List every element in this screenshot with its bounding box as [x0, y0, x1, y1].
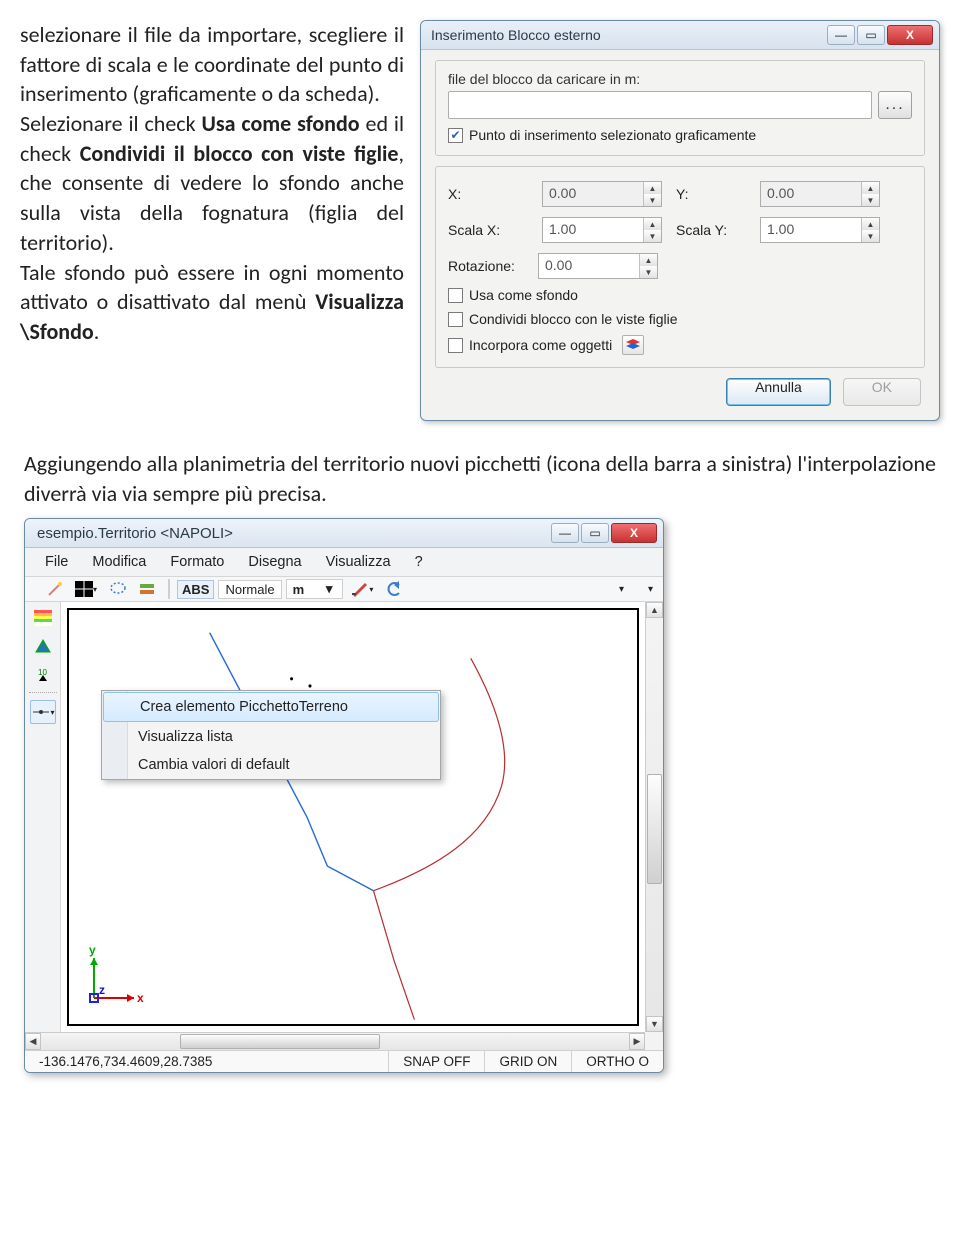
para-1c3: .: [94, 318, 100, 345]
menu-modifica[interactable]: Modifica: [82, 552, 156, 572]
window-title: esempio.Territorio <NAPOLI>: [37, 525, 551, 542]
horizontal-scrollbar[interactable]: ◀▶: [25, 1032, 645, 1050]
file-path-input[interactable]: [448, 91, 872, 119]
checkbox-usa-sfondo[interactable]: [448, 288, 463, 303]
menu-disegna[interactable]: Disegna: [238, 552, 311, 572]
checkbox-incorpora[interactable]: [448, 338, 463, 353]
instruction-text: selezionare il file da importare, scegli…: [20, 20, 404, 421]
close-button[interactable]: X: [887, 25, 933, 45]
file-label: file del blocco da caricare in m:: [448, 71, 912, 87]
mode-select[interactable]: Normale: [218, 580, 281, 599]
label-y: Y:: [676, 186, 746, 202]
checkbox-incorpora-label: Incorpora come oggetti: [469, 337, 612, 353]
checkbox-grafico[interactable]: ✔: [448, 128, 463, 143]
svg-text:x: x: [137, 991, 144, 1005]
checkbox-grafico-label: Punto di inserimento selezionato grafica…: [469, 127, 756, 143]
input-scala-x[interactable]: 1.00▲▼: [542, 217, 662, 243]
input-x[interactable]: 0.00▲▼: [542, 181, 662, 207]
status-grid[interactable]: GRID ON: [485, 1051, 572, 1072]
toolbar: ▾ ABS Normale m ▾ ▾ ▾ ▾: [25, 577, 663, 602]
menu-crea-picchetto[interactable]: Crea elemento PicchettoTerreno: [103, 692, 439, 722]
layers-icon[interactable]: [622, 335, 644, 355]
menu-help[interactable]: ?: [405, 552, 433, 572]
context-menu: Crea elemento PicchettoTerreno Visualizz…: [101, 690, 441, 780]
menu-cambia-default[interactable]: Cambia valori di default: [102, 751, 440, 779]
undo-icon[interactable]: [381, 579, 407, 599]
input-rotazione[interactable]: 0.00▲▼: [538, 253, 658, 279]
dialog-inserimento-blocco: Inserimento Blocco esterno — ▭ X file de…: [420, 20, 940, 421]
checkbox-condividi-label: Condividi blocco con le viste figlie: [469, 311, 678, 327]
menu-visualizza-lista[interactable]: Visualizza lista: [102, 723, 440, 751]
status-bar: -136.1476,734.4609,28.7385 SNAP OFF GRID…: [25, 1050, 663, 1072]
bold-usa-sfondo: Usa come sfondo: [201, 110, 359, 137]
label-rotazione: Rotazione:: [448, 258, 528, 274]
picchetto-button[interactable]: ▾: [30, 700, 56, 724]
paragraph-picchetti: Aggiungendo alla planimetria del territo…: [24, 449, 936, 508]
overflow-icon[interactable]: ▾: [615, 582, 628, 597]
window-titlebar[interactable]: esempio.Territorio <NAPOLI> — ▭ X: [25, 519, 663, 548]
svg-text:z: z: [99, 983, 105, 997]
close-button[interactable]: X: [611, 523, 657, 543]
para-1a: selezionare il file da importare, scegli…: [20, 21, 404, 107]
wand-icon[interactable]: [43, 579, 67, 599]
gradient-icon[interactable]: [30, 606, 56, 630]
measure-icon[interactable]: ▾: [347, 579, 377, 599]
para-1b1: Selezionare il check: [20, 110, 201, 137]
ok-button[interactable]: OK: [843, 378, 921, 406]
input-scala-y[interactable]: 1.00▲▼: [760, 217, 880, 243]
menubar: File Modifica Formato Disegna Visualizza…: [25, 548, 663, 577]
triangle-icon[interactable]: [30, 634, 56, 658]
abs-toggle[interactable]: ABS: [177, 580, 214, 599]
dialog-title: Inserimento Blocco esterno: [431, 27, 827, 43]
checkbox-usa-sfondo-label: Usa come sfondo: [469, 287, 578, 303]
menu-file[interactable]: File: [35, 552, 78, 572]
dialog-titlebar[interactable]: Inserimento Blocco esterno — ▭ X: [421, 21, 939, 50]
overflow-icon-2[interactable]: ▾: [644, 582, 657, 597]
browse-button[interactable]: ...: [878, 91, 912, 119]
drawing-canvas[interactable]: x y z Crea elemento PicchettoTerreno Vis…: [61, 602, 645, 1032]
status-ortho[interactable]: ORTHO O: [572, 1051, 663, 1072]
checkbox-condividi[interactable]: [448, 312, 463, 327]
axis-indicator: x y z: [79, 948, 149, 1018]
status-coords: -136.1476,734.4609,28.7385: [25, 1051, 389, 1072]
bold-condividi: Condividi il blocco con viste figlie: [80, 140, 399, 167]
level-icon[interactable]: 10: [30, 662, 56, 686]
maximize-button[interactable]: ▭: [581, 523, 609, 543]
input-y[interactable]: 0.00▲▼: [760, 181, 880, 207]
label-scala-y: Scala Y:: [676, 222, 746, 238]
window-territorio: esempio.Territorio <NAPOLI> — ▭ X File M…: [24, 518, 664, 1073]
unit-select[interactable]: m ▾: [286, 579, 344, 599]
label-x: X:: [448, 186, 528, 202]
label-scala-x: Scala X:: [448, 222, 528, 238]
status-snap[interactable]: SNAP OFF: [389, 1051, 485, 1072]
menu-formato[interactable]: Formato: [160, 552, 234, 572]
left-toolbar: 10 ▾: [25, 602, 61, 1032]
crosshair-icon[interactable]: ▾: [71, 579, 101, 599]
layer-icon[interactable]: [135, 580, 161, 598]
vertical-scrollbar[interactable]: ▲▼: [645, 602, 663, 1032]
cancel-button[interactable]: Annulla: [726, 378, 831, 406]
minimize-button[interactable]: —: [551, 523, 579, 543]
maximize-button[interactable]: ▭: [857, 25, 885, 45]
menu-visualizza[interactable]: Visualizza: [316, 552, 401, 572]
minimize-button[interactable]: —: [827, 25, 855, 45]
svg-text:y: y: [89, 943, 96, 957]
lasso-icon[interactable]: [105, 579, 131, 599]
